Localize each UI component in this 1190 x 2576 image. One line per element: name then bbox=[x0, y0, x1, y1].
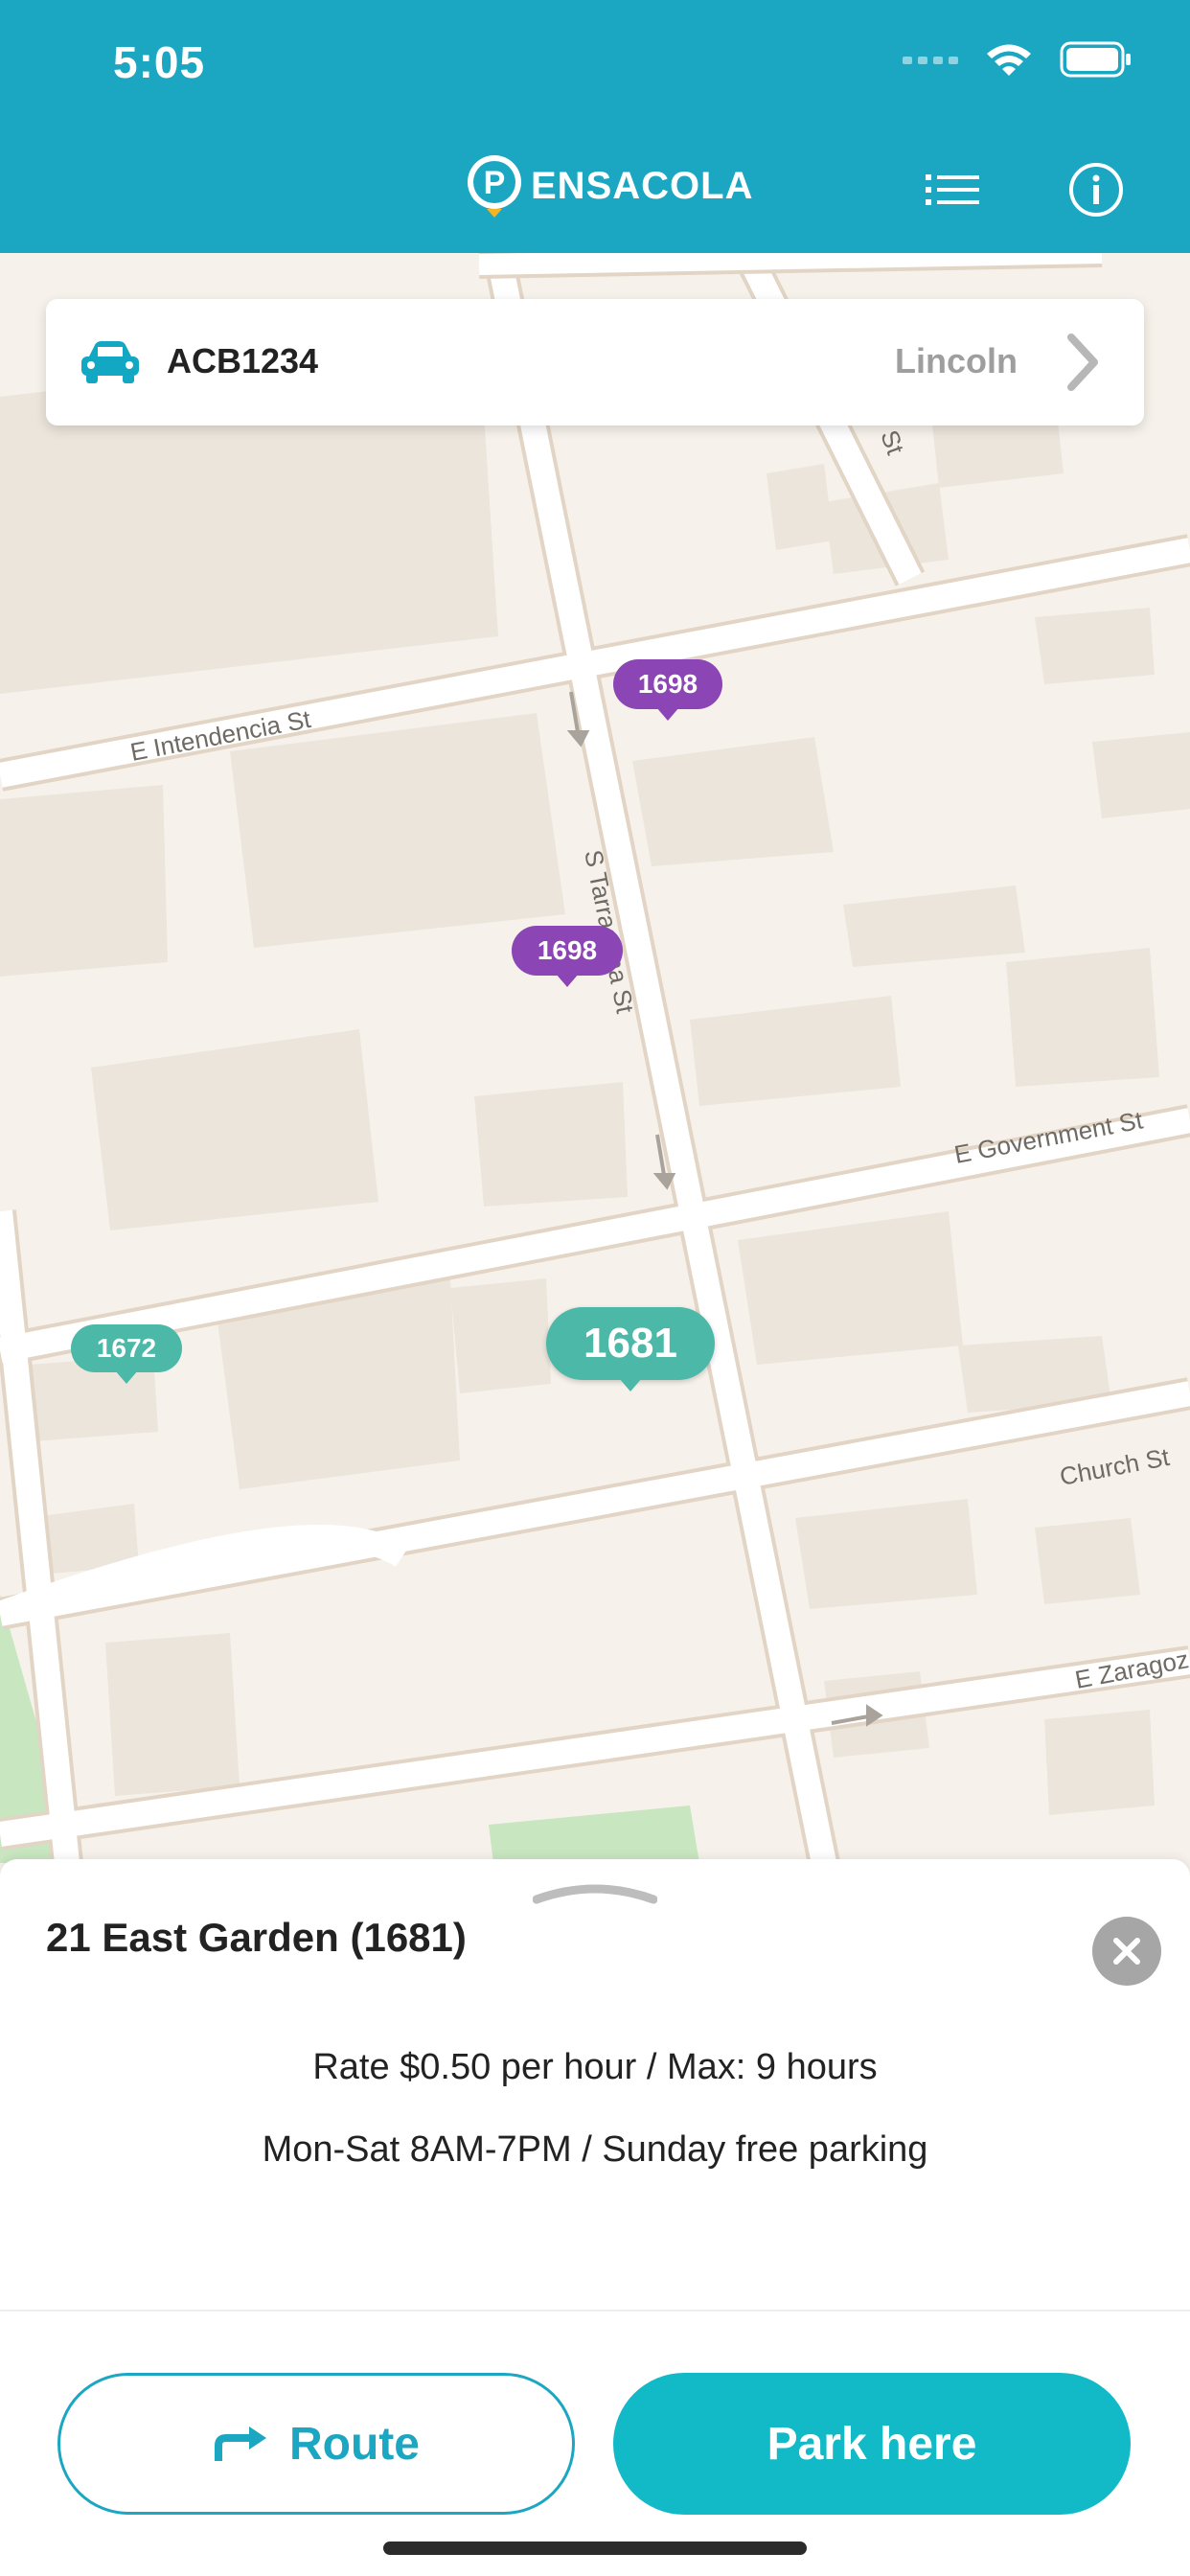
parking-pin-1698-a[interactable]: 1698 bbox=[613, 659, 722, 709]
close-icon bbox=[1113, 1938, 1140, 1965]
route-label: Route bbox=[289, 2418, 420, 2470]
info-button[interactable] bbox=[1064, 157, 1129, 222]
parking-pin-1672[interactable]: 1672 bbox=[71, 1324, 182, 1372]
wifi-icon bbox=[987, 44, 1031, 76]
logo-text: ENSACOLA bbox=[531, 164, 754, 207]
street-label-zaragoza: E Zaragoz bbox=[1073, 1644, 1190, 1694]
turn-right-arrow-icon bbox=[215, 2426, 266, 2461]
list-icon bbox=[926, 174, 979, 205]
street-label-church: Church St bbox=[1058, 1442, 1173, 1491]
route-button[interactable]: Route bbox=[57, 2373, 575, 2515]
park-here-button[interactable]: Park here bbox=[613, 2373, 1131, 2515]
rate-text: Rate $0.50 per hour / Max: 9 hours bbox=[312, 2047, 878, 2087]
battery-icon bbox=[1060, 41, 1131, 78]
vehicle-selector[interactable]: ACB1234 Lincoln bbox=[46, 299, 1144, 426]
hours-text: Mon-Sat 8AM-7PM / Sunday free parking bbox=[262, 2129, 928, 2170]
chevron-right-icon bbox=[1067, 334, 1098, 391]
status-icons bbox=[903, 40, 1133, 79]
parking-pin-icon: P bbox=[468, 155, 521, 218]
logo-letter: P bbox=[484, 165, 506, 201]
app-logo: P ENSACOLA bbox=[464, 155, 754, 218]
park-here-label: Park here bbox=[767, 2418, 977, 2470]
app-header: 5:05 P ENSACOLA bbox=[0, 0, 1190, 253]
sheet-grabber-icon[interactable] bbox=[533, 1876, 657, 1905]
parking-pin-1698-b[interactable]: 1698 bbox=[512, 926, 623, 976]
location-details-sheet: 21 East Garden (1681) Rate $0.50 per hou… bbox=[0, 1859, 1190, 2576]
divider bbox=[0, 2310, 1190, 2312]
close-button[interactable] bbox=[1092, 1917, 1161, 1986]
vehicle-zone: Lincoln bbox=[895, 341, 1018, 380]
list-button[interactable] bbox=[920, 157, 985, 222]
map-view[interactable]: E Intendencia St S Tarragona St E Govern… bbox=[0, 253, 1190, 1863]
status-time: 5:05 bbox=[113, 37, 206, 87]
map-canvas: E Intendencia St S Tarragona St E Govern… bbox=[0, 253, 1190, 1863]
parking-pin-1681-selected[interactable]: 1681 bbox=[546, 1307, 715, 1380]
home-indicator bbox=[383, 2542, 807, 2555]
vehicle-plate: ACB1234 bbox=[167, 341, 319, 380]
car-icon bbox=[81, 341, 139, 383]
location-title: 21 East Garden (1681) bbox=[46, 1915, 467, 1960]
info-icon bbox=[1069, 163, 1123, 217]
signal-icon bbox=[903, 57, 958, 64]
